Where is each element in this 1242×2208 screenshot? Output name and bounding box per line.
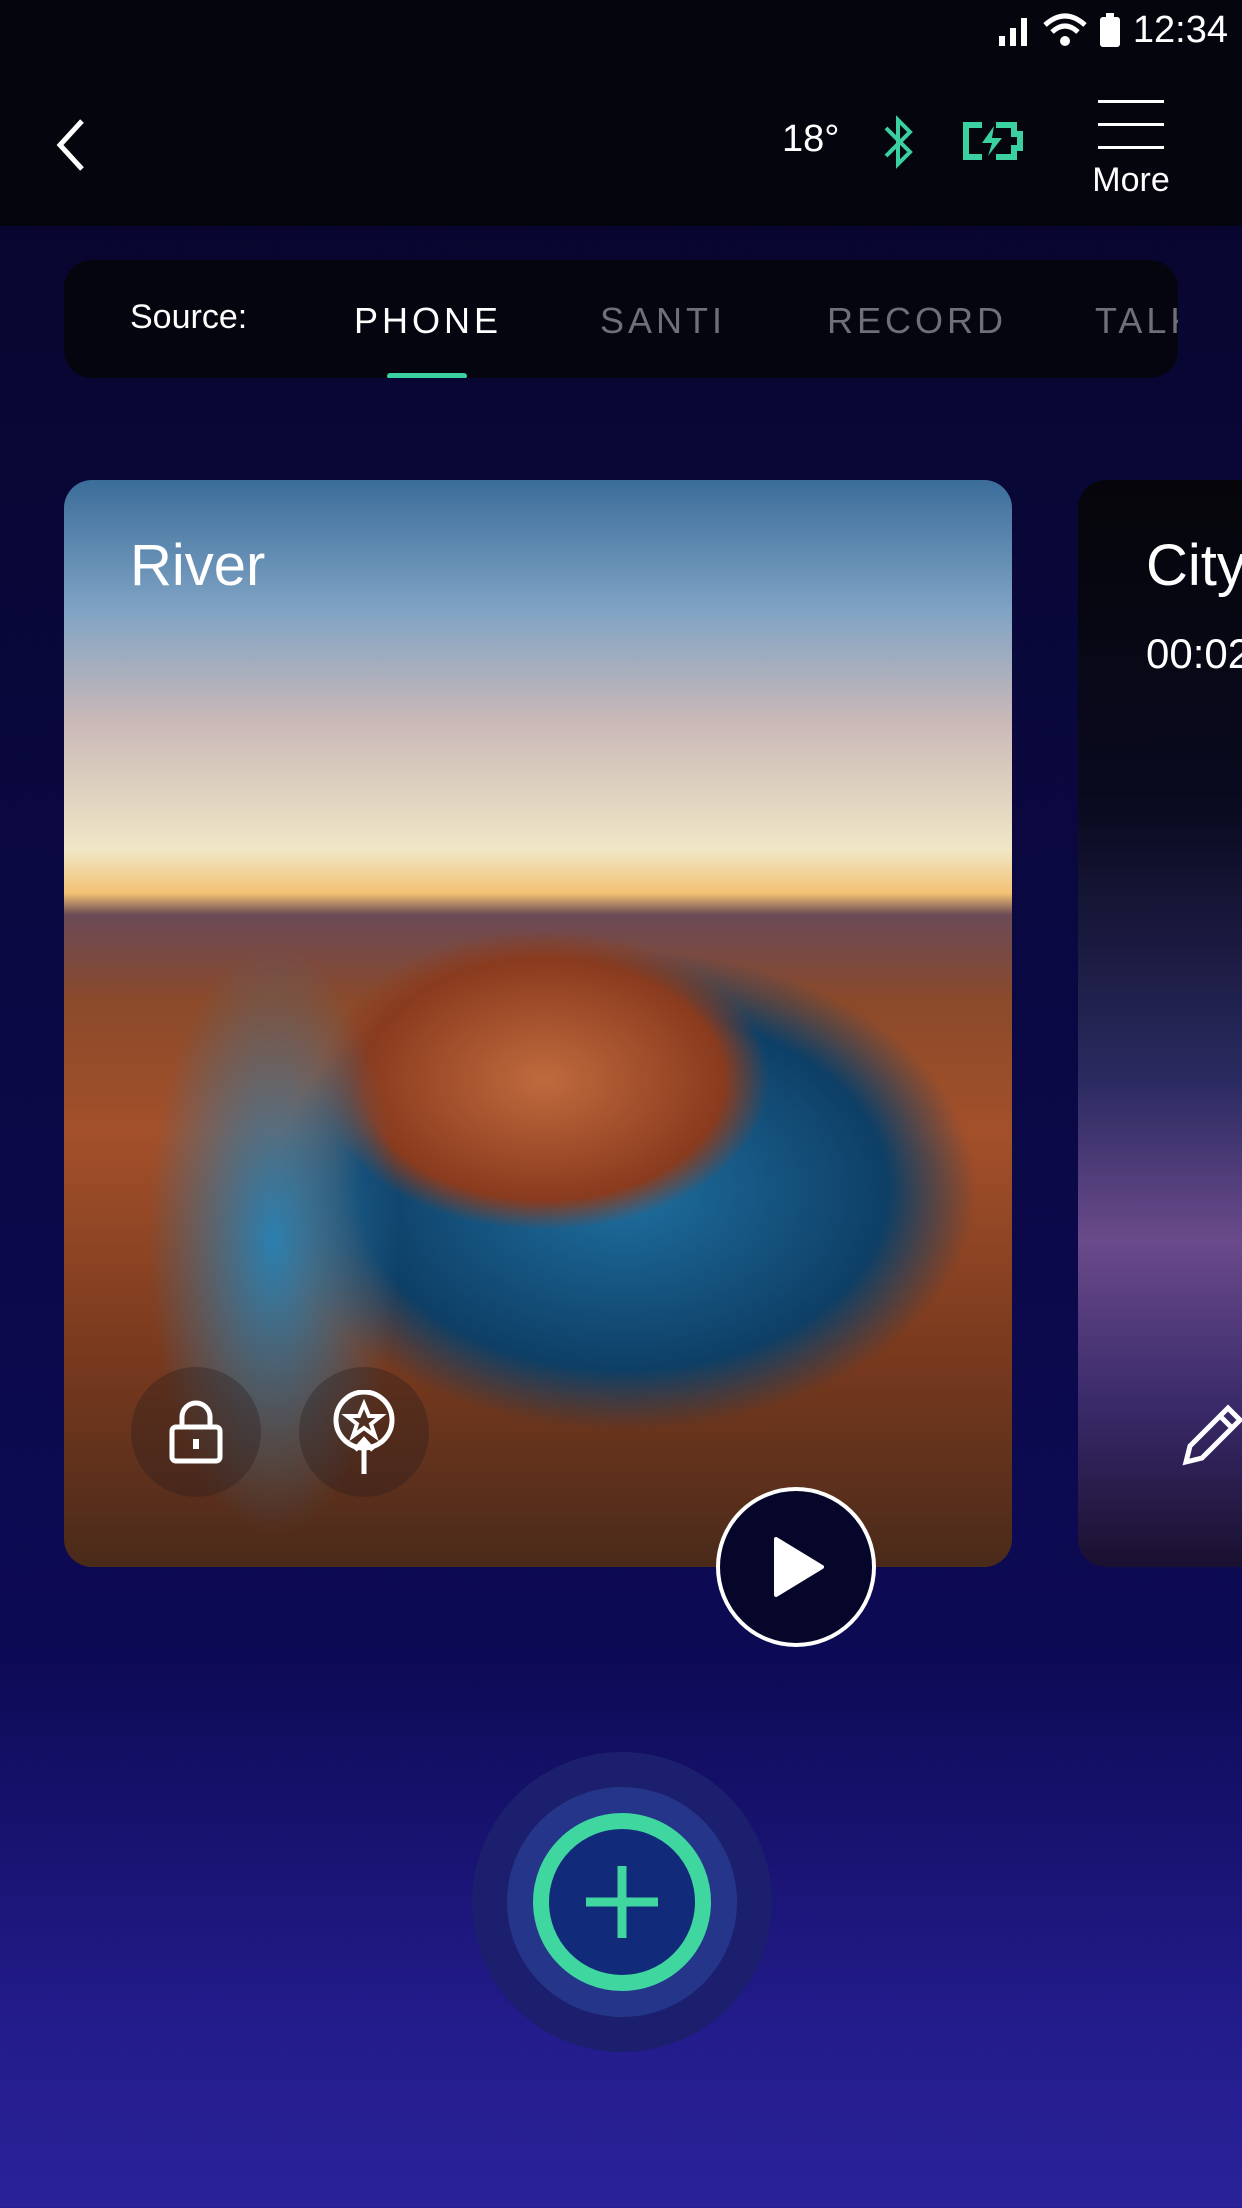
plus-icon — [586, 1866, 658, 1938]
header: 18° More — [0, 60, 1242, 226]
pencil-icon[interactable] — [1178, 1400, 1242, 1470]
signal-icon — [998, 18, 1027, 46]
clock: 12:34 — [1132, 8, 1228, 51]
play-button[interactable] — [716, 1487, 876, 1647]
favorite-upload-button[interactable] — [299, 1367, 429, 1497]
more-menu-button[interactable]: More — [1090, 100, 1172, 200]
media-card-river[interactable]: River — [64, 480, 1012, 1567]
add-button-ring — [533, 1813, 711, 1991]
add-button[interactable] — [472, 1752, 772, 2052]
wifi-icon — [1043, 13, 1087, 46]
battery-charging-icon[interactable] — [962, 122, 1024, 160]
tab-santi[interactable]: SANTI — [600, 300, 726, 342]
card-duration: 00:02 — [1146, 630, 1242, 677]
tab-talk[interactable]: TALK — [1095, 300, 1178, 342]
back-chevron-icon[interactable] — [52, 115, 92, 175]
lock-button[interactable] — [131, 1367, 261, 1497]
card-title: City — [1146, 533, 1242, 598]
bluetooth-icon[interactable] — [880, 112, 916, 172]
play-icon — [774, 1537, 824, 1597]
more-label: More — [1092, 161, 1170, 199]
card-title: River — [130, 533, 266, 598]
active-tab-indicator — [387, 373, 467, 378]
star-upload-icon — [333, 1390, 395, 1474]
tab-record[interactable]: RECORD — [827, 300, 1007, 342]
hamburger-icon — [1090, 100, 1172, 149]
temperature: 18° — [782, 118, 840, 160]
status-bar: 12:34 — [0, 0, 1242, 60]
add-button-glow — [507, 1787, 737, 2017]
source-tabs: Source: PHONE SANTI RECORD TALK — [64, 260, 1178, 378]
battery-icon — [1099, 13, 1120, 47]
lock-icon — [169, 1400, 223, 1464]
source-label: Source: — [130, 298, 248, 336]
media-card-city[interactable]: City 00:02 — [1078, 480, 1242, 1567]
tab-phone[interactable]: PHONE — [354, 300, 502, 342]
